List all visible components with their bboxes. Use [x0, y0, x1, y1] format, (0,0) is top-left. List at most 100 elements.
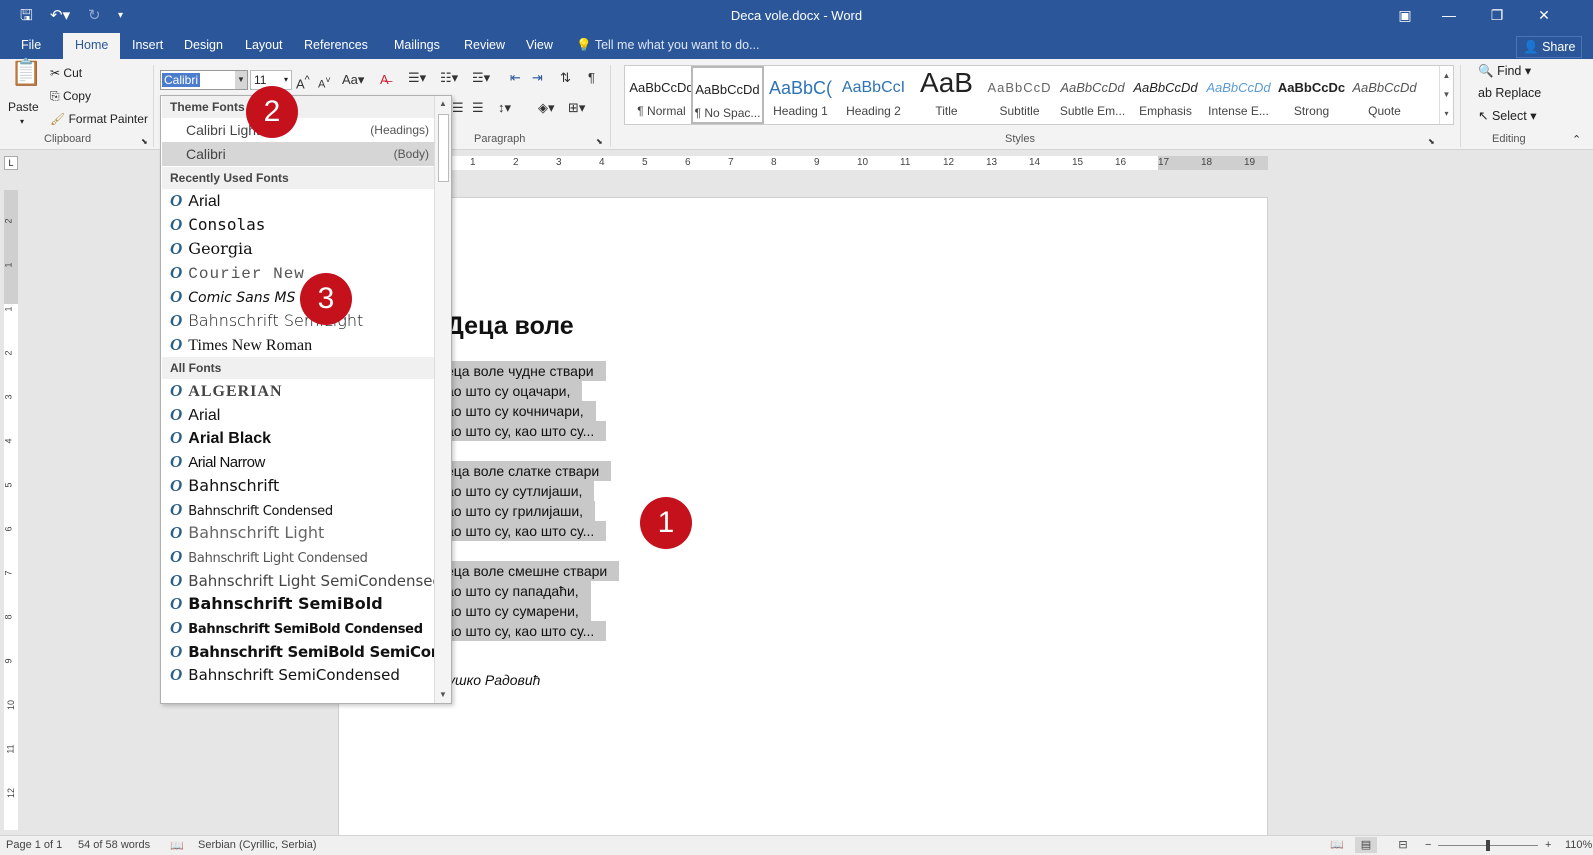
clear-formatting-icon[interactable]: A̶	[380, 71, 389, 89]
document-line[interactable]: еца воле слатке ствари	[440, 461, 612, 481]
scroll-up-icon[interactable]: ▲	[435, 96, 451, 112]
font-option[interactable]: O Bahnschrift Light Condensed	[162, 545, 435, 569]
style-normal[interactable]: AaBbCcDd ¶ Normal	[625, 66, 698, 124]
font-name-box[interactable]: Calibri ▼	[160, 70, 248, 90]
font-name-dropdown-icon[interactable]: ▼	[235, 71, 247, 89]
web-layout-icon[interactable]: ⊟	[1392, 837, 1414, 853]
format-painter-button[interactable]: 🖌 Format Painter	[50, 111, 148, 127]
font-option[interactable]: O Bahnschrift Condensed	[162, 498, 435, 522]
zoom-out-icon[interactable]: −	[1425, 839, 1431, 851]
cut-button[interactable]: ✂ Cut	[50, 65, 82, 81]
document-line[interactable]: ао што су кочничари,	[440, 401, 596, 421]
tab-references[interactable]: References	[295, 33, 377, 59]
change-case-icon[interactable]: Aa▾	[342, 71, 364, 89]
document-line[interactable]: ао што су, као што су...	[440, 521, 607, 541]
read-mode-icon[interactable]: 📖	[1326, 837, 1348, 853]
document-line[interactable]: ао што су сутлијаши,	[440, 481, 595, 501]
more-styles-icon[interactable]: ▾	[1440, 104, 1453, 123]
tab-review[interactable]: Review	[455, 33, 514, 59]
style-intense-emphasis[interactable]: AaBbCcDd Intense E...	[1202, 66, 1275, 124]
style-heading-2[interactable]: AaBbCcI Heading 2	[837, 66, 910, 124]
style-subtle-emphasis[interactable]: AaBbCcDd Subtle Em...	[1056, 66, 1129, 124]
style-title[interactable]: AaB Title	[910, 66, 983, 124]
show-formatting-icon[interactable]: ¶	[588, 69, 595, 87]
minimize-icon[interactable]: —	[1437, 4, 1461, 26]
justify-icon[interactable]: ☰	[472, 99, 484, 117]
scroll-thumb[interactable]	[438, 114, 449, 182]
scroll-up-icon[interactable]: ▲	[1440, 66, 1453, 85]
style-subtitle[interactable]: AaBbCcD Subtitle	[983, 66, 1056, 124]
bullets-icon[interactable]: ☰▾	[408, 69, 426, 87]
close-icon[interactable]: ✕	[1532, 4, 1556, 26]
font-option[interactable]: O Arial	[162, 403, 435, 427]
document-line[interactable]: ао што су пападаћи,	[440, 581, 591, 601]
document-line[interactable]: ао што су грилијаши,	[440, 501, 596, 521]
clipboard-launcher-icon[interactable]: ⬊	[141, 133, 148, 151]
style-strong[interactable]: AaBbCcDc Strong	[1275, 66, 1348, 124]
font-option[interactable]: O Courier New	[162, 261, 435, 285]
ribbon-display-options-icon[interactable]: ▣	[1393, 4, 1417, 26]
paste-dropdown-icon[interactable]: ▾	[20, 114, 24, 130]
document-line[interactable]: ао што су оцачари,	[440, 381, 583, 401]
tab-design[interactable]: Design	[175, 33, 232, 59]
font-option[interactable]: O Bahnschrift SemiLight	[162, 309, 435, 333]
word-count[interactable]: 54 of 58 words	[78, 839, 150, 851]
font-option[interactable]: O Consolas	[162, 213, 435, 237]
paste-button[interactable]: Paste	[8, 99, 39, 115]
print-layout-icon[interactable]: ▤	[1355, 837, 1377, 853]
styles-gallery-scroll[interactable]: ▲ ▼ ▾	[1439, 66, 1453, 124]
tab-home[interactable]: Home	[63, 33, 121, 59]
align-right-icon[interactable]: ☰	[452, 99, 464, 117]
font-option-calibri[interactable]: Calibri (Body)	[162, 142, 435, 166]
font-option[interactable]: O Arial Black	[162, 426, 435, 450]
tab-view[interactable]: View	[517, 33, 562, 59]
font-size-dropdown-icon[interactable]: ▾	[284, 71, 288, 89]
tab-file[interactable]: File	[12, 33, 50, 59]
tab-insert[interactable]: Insert	[123, 33, 172, 59]
increase-indent-icon[interactable]: ⇥	[532, 69, 543, 87]
tab-selector-icon[interactable]: L	[4, 156, 18, 170]
document-line[interactable]: ао што су, као што су...	[440, 621, 607, 641]
font-option[interactable]: O Bahnschrift SemiBold	[162, 592, 435, 616]
paragraph-launcher-icon[interactable]: ⬊	[596, 133, 603, 151]
font-option-calibri-light[interactable]: Calibri Light (Headings)	[162, 118, 435, 142]
paste-icon[interactable]: 📋	[10, 59, 42, 100]
font-option[interactable]: O Bahnschrift Light SemiCondensed	[162, 569, 435, 593]
scroll-down-icon[interactable]: ▼	[435, 687, 451, 703]
page-count[interactable]: Page 1 of 1	[6, 839, 62, 851]
style-heading-1[interactable]: AaBbC(Heading 1	[764, 66, 837, 124]
share-button[interactable]: 👤 Share	[1516, 36, 1583, 58]
decrease-indent-icon[interactable]: ⇤	[510, 69, 521, 87]
horizontal-ruler[interactable]: 1 2 3 4 5 6 7 8 9 10 11 12 13 14 15 16 17 18 19	[338, 156, 1268, 170]
font-option[interactable]: O Arial Narrow	[162, 450, 435, 474]
font-option[interactable]: O Georgia	[162, 237, 435, 261]
grow-font-icon[interactable]: A^	[296, 71, 310, 93]
maximize-icon[interactable]: ❐	[1485, 4, 1509, 26]
copy-button[interactable]: ⎘ Copy	[50, 88, 91, 104]
font-option[interactable]: O ALGERIAN	[162, 379, 435, 403]
zoom-slider-thumb[interactable]	[1486, 840, 1490, 851]
font-dropdown-scrollbar[interactable]: ▲ ▼	[434, 96, 451, 703]
tab-layout[interactable]: Layout	[236, 33, 292, 59]
scroll-down-icon[interactable]: ▼	[1440, 85, 1453, 104]
font-option[interactable]: O Bahnschrift SemiBold Condensed	[162, 616, 435, 640]
document-line[interactable]: еца воле чудне ствари	[440, 361, 606, 381]
shrink-font-icon[interactable]: A˅	[318, 71, 331, 94]
replace-button[interactable]: ab Replace	[1478, 86, 1541, 100]
font-option[interactable]: O Arial	[162, 189, 435, 213]
vertical-ruler[interactable]: 2 1 1 2 3 4 5 6 7 8 9 10 11 12	[4, 190, 18, 830]
shading-icon[interactable]: ◈▾	[538, 99, 555, 117]
line-spacing-icon[interactable]: ↕▾	[498, 99, 511, 117]
multilevel-list-icon[interactable]: ☲▾	[472, 69, 490, 87]
font-option[interactable]: O Bahnschrift	[162, 474, 435, 498]
document-line[interactable]: ао што су, као што су...	[440, 421, 607, 441]
zoom-in-icon[interactable]: +	[1545, 839, 1551, 851]
font-option[interactable]: O Bahnschrift SemiCondensed	[162, 663, 435, 687]
tell-me-box[interactable]: 💡 Tell me what you want to do...	[576, 33, 760, 59]
font-option[interactable]: O Comic Sans MS	[162, 285, 435, 309]
style-no-spacing[interactable]: AaBbCcDd ¶ No Spac...	[691, 66, 764, 124]
zoom-level[interactable]: 110%	[1565, 839, 1592, 851]
borders-icon[interactable]: ⊞▾	[568, 99, 585, 117]
tab-mailings[interactable]: Mailings	[385, 33, 449, 59]
style-emphasis[interactable]: AaBbCcDd Emphasis	[1129, 66, 1202, 124]
